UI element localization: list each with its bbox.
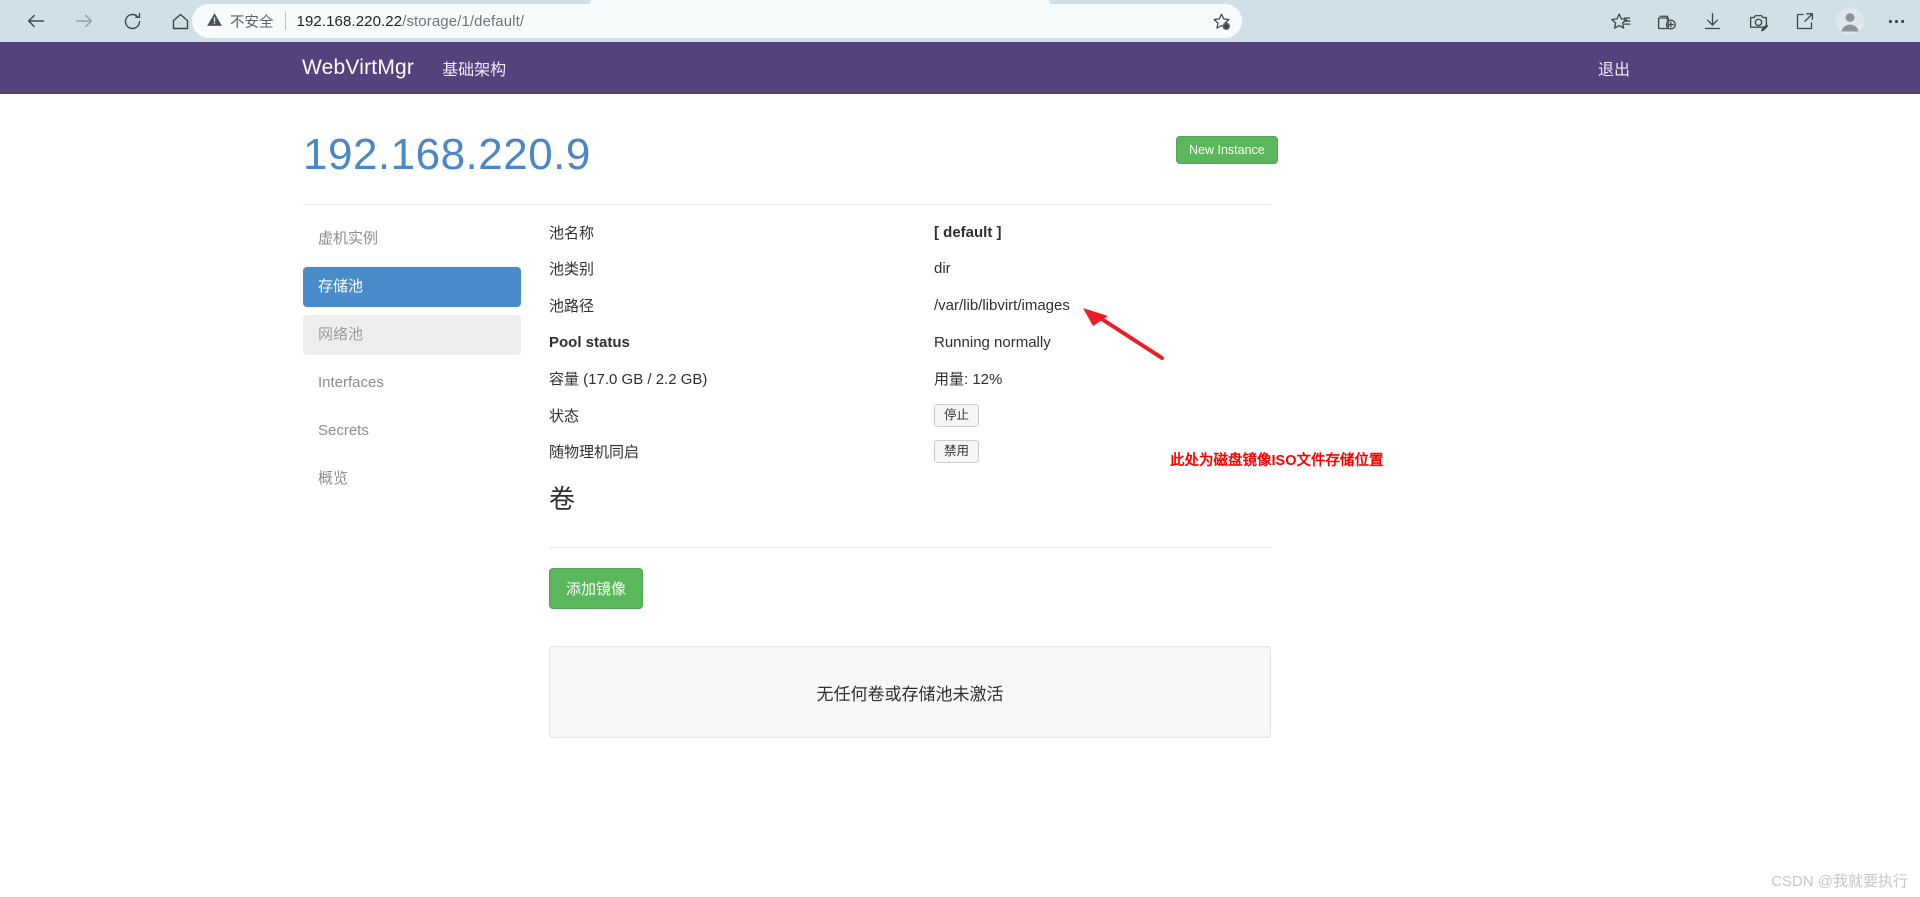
- add-favorite-star-icon[interactable]: [1211, 11, 1232, 32]
- url-separator: [284, 12, 286, 30]
- downloads-icon[interactable]: [1696, 5, 1728, 37]
- brand-logo[interactable]: WebVirtMgr: [302, 56, 414, 80]
- back-arrow-icon[interactable]: [16, 1, 56, 41]
- detail-value-pool-type: dir: [934, 260, 951, 278]
- volumes-divider: [549, 547, 1271, 548]
- detail-value-state: 停止: [934, 403, 980, 427]
- page-title: 192.168.220.9: [303, 130, 591, 179]
- security-warning[interactable]: 不安全: [206, 11, 274, 32]
- annotation-text: 此处为磁盘镜像ISO文件存储位置: [1170, 453, 1384, 469]
- sidebar-item-network-pools[interactable]: 网络池: [303, 315, 521, 355]
- more-options-icon[interactable]: [1880, 5, 1912, 37]
- watermark: CSDN @我就要执行: [1771, 873, 1908, 890]
- share-icon[interactable]: [1788, 5, 1820, 37]
- detail-label-capacity: 容量 (17.0 GB / 2.2 GB): [549, 371, 708, 389]
- detail-label-pool-status: Pool status: [549, 333, 630, 351]
- sidebar-item-overview[interactable]: 概览: [303, 459, 521, 499]
- disable-autostart-button[interactable]: 禁用: [934, 440, 980, 464]
- profile-avatar-icon[interactable]: [1834, 5, 1866, 37]
- security-label: 不安全: [230, 14, 274, 31]
- nav-item-logout[interactable]: 退出: [1598, 56, 1630, 80]
- add-image-button[interactable]: 添加镜像: [549, 568, 644, 609]
- reload-icon[interactable]: [112, 1, 152, 41]
- sidebar: 虚机实例 存储池 网络池 Interfaces Secrets 概览: [303, 219, 521, 507]
- collections-add-icon[interactable]: [1650, 5, 1682, 37]
- detail-row: 随物理机同启 禁用: [549, 434, 1271, 471]
- title-divider: [303, 204, 1271, 205]
- url-host: 192.168.220.22: [296, 12, 403, 30]
- warning-triangle-icon: [206, 11, 223, 32]
- detail-value-pool-name: [ default ]: [934, 223, 1002, 241]
- sidebar-item-interfaces[interactable]: Interfaces: [303, 363, 521, 403]
- detail-value-pool-status: Running normally: [934, 333, 1051, 351]
- detail-row: 池类别 dir: [549, 251, 1271, 288]
- sidebar-item-storage-pools[interactable]: 存储池: [303, 267, 521, 307]
- detail-value-pool-path: /var/lib/libvirt/images: [934, 296, 1070, 314]
- detail-row: 池名称 [ default ]: [549, 214, 1271, 251]
- volumes-heading: 卷: [549, 484, 576, 514]
- url-path: /storage/1/default/: [402, 12, 525, 30]
- new-instance-button[interactable]: New Instance: [1176, 136, 1278, 164]
- browser-chrome: 不安全 192.168.220.22/storage/1/default/: [0, 0, 1920, 42]
- detail-label-pool-type: 池类别: [549, 261, 595, 279]
- sidebar-item-instances[interactable]: 虚机实例: [303, 219, 521, 259]
- detail-value-autostart: 禁用: [934, 440, 980, 464]
- address-bar[interactable]: 不安全 192.168.220.22/storage/1/default/: [192, 4, 1242, 38]
- detail-row: 状态 停止: [549, 397, 1271, 434]
- screenshot-icon[interactable]: [1742, 5, 1774, 37]
- detail-label-pool-name: 池名称: [549, 224, 595, 242]
- detail-value-capacity: 用量: 12%: [934, 371, 1003, 389]
- app-navbar: WebVirtMgr 基础架构 退出: [0, 42, 1920, 94]
- browser-toolbar-right: [1604, 1, 1912, 41]
- volumes-empty-message: 无任何卷或存储池未激活: [816, 684, 1004, 704]
- forward-arrow-icon[interactable]: [64, 1, 104, 41]
- detail-label-autostart: 随物理机同启: [549, 444, 640, 462]
- red-arrow-icon: [1080, 306, 1170, 369]
- detail-label-state: 状态: [549, 407, 580, 425]
- sidebar-item-secrets[interactable]: Secrets: [303, 411, 521, 451]
- volumes-empty-panel: 无任何卷或存储池未激活: [549, 646, 1271, 738]
- stop-pool-button[interactable]: 停止: [934, 403, 980, 427]
- detail-label-pool-path: 池路径: [549, 297, 595, 315]
- favorites-list-icon[interactable]: [1604, 5, 1636, 37]
- browser-nav-buttons: [16, 1, 200, 41]
- page-content: 192.168.220.9 New Instance 虚机实例 存储池 网络池 …: [0, 94, 1920, 897]
- url-text: 192.168.220.22/storage/1/default/: [297, 13, 525, 30]
- nav-item-infrastructure[interactable]: 基础架构: [442, 56, 506, 80]
